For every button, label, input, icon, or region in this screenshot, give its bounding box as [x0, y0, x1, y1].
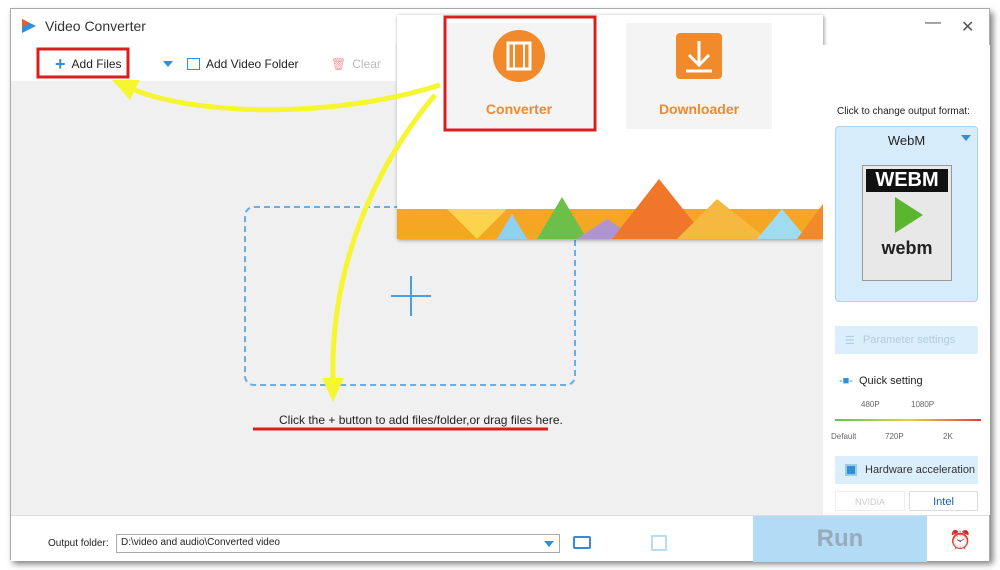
plus-icon: + — [55, 54, 66, 74]
output-format-selector[interactable]: WebM WEBM webm — [835, 126, 978, 302]
close-button[interactable]: ✕ — [961, 17, 974, 37]
run-button[interactable]: Run — [753, 516, 927, 562]
open-folder-icon[interactable] — [573, 536, 591, 549]
bottom-bar: Output folder: D:\video and audio\Conver… — [11, 515, 989, 562]
tick-720p: 720P — [885, 432, 904, 441]
quality-slider[interactable] — [835, 419, 981, 421]
add-video-folder-button[interactable]: Add Video Folder — [187, 57, 299, 71]
tick-2k: 2K — [943, 432, 953, 441]
format-dropdown-icon[interactable] — [961, 135, 971, 146]
minimize-button[interactable]: — — [925, 14, 941, 32]
downloader-label: Downloader — [658, 101, 740, 117]
output-folder-field[interactable]: D:\video and audio\Converted video — [116, 534, 560, 553]
downloader-module[interactable]: Downloader — [626, 23, 772, 129]
converter-module[interactable]: Converter — [446, 23, 592, 129]
app-window: Video Converter — ✕ + Add Files Add Video… — [10, 8, 990, 562]
webm-logo: WEBM webm — [862, 165, 952, 281]
clear-label: Clear — [352, 57, 381, 71]
param-label: Parameter settings — [862, 334, 956, 346]
download-icon — [676, 33, 722, 79]
alarm-clock-icon[interactable]: ⏰ — [949, 530, 971, 551]
play-icon — [895, 197, 923, 233]
converter-label: Converter — [485, 101, 553, 117]
add-files-label: Add Files — [71, 57, 122, 71]
tick-480p: 480P — [861, 400, 880, 409]
hw-label: Hardware acceleration — [865, 464, 976, 476]
trash-icon: 🗑 — [331, 57, 347, 71]
add-plus-icon[interactable] — [391, 276, 431, 316]
add-files-button[interactable]: + Add Files — [55, 54, 122, 74]
sliders-icon: ☰ — [845, 334, 855, 347]
folder-video-icon — [187, 58, 200, 70]
parameter-settings-button[interactable]: ☰ Parameter settings — [835, 326, 978, 354]
right-panel: Click to change output format: WebM WEBM… — [823, 45, 990, 515]
logo-top-text: WEBM — [866, 169, 948, 192]
slider-icon: -■- — [839, 375, 853, 387]
film-icon — [493, 30, 545, 82]
app-logo-icon — [22, 19, 36, 33]
module-popup: Converter Downloader — [397, 15, 823, 239]
quick-setting-text: Quick setting — [858, 375, 923, 387]
nvidia-button[interactable]: NVIDIA — [835, 491, 905, 511]
hardware-acceleration-button[interactable]: Hardware acceleration — [835, 456, 978, 484]
output-folder-label: Output folder: — [48, 538, 109, 549]
format-name: WebM — [887, 133, 926, 148]
preview-video-icon[interactable] — [651, 535, 667, 551]
add-folder-label: Add Video Folder — [206, 57, 299, 71]
toolbar: + Add Files Add Video Folder 🗑 Clear — [11, 45, 396, 81]
tick-default: Default — [831, 432, 857, 441]
format-prompt: Click to change output format: — [837, 106, 970, 117]
chip-icon — [845, 464, 857, 476]
window-title: Video Converter — [45, 18, 146, 34]
quick-setting-label: -■- Quick setting — [839, 375, 923, 387]
intel-button[interactable]: Intel — [909, 491, 978, 511]
clear-button[interactable]: 🗑 Clear — [331, 57, 381, 71]
output-dropdown-icon[interactable] — [544, 541, 554, 552]
add-files-dropdown-icon[interactable] — [163, 61, 173, 72]
tick-1080p: 1080P — [911, 400, 935, 409]
drop-hint: Click the + button to add files/folder,o… — [279, 413, 563, 427]
logo-bottom-text: webm — [881, 238, 933, 258]
decorative-triangles — [397, 179, 823, 239]
